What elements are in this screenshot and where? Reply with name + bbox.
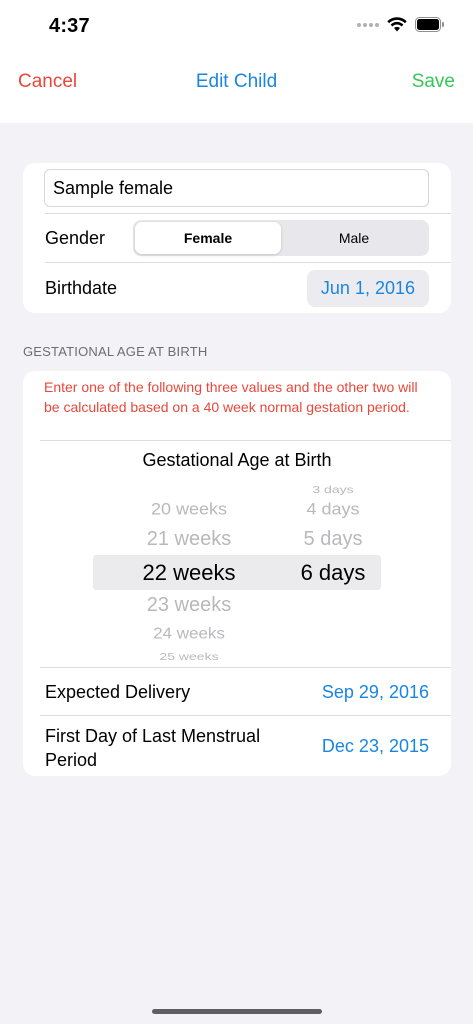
divider — [40, 667, 451, 668]
expected-delivery-value[interactable]: Sep 29, 2016 — [322, 682, 429, 703]
lmp-value[interactable]: Dec 23, 2015 — [322, 736, 429, 757]
gender-female-segment[interactable]: Female — [135, 222, 281, 254]
picker-week-option[interactable]: 25 weeks — [119, 650, 259, 662]
divider — [45, 213, 451, 214]
cellular-signal-icon — [357, 22, 379, 27]
gestation-card: Enter one of the following three values … — [23, 371, 451, 776]
home-indicator[interactable] — [152, 1009, 322, 1014]
cancel-button[interactable]: Cancel — [18, 71, 77, 93]
picker-week-option[interactable]: 23 weeks — [119, 594, 259, 617]
section-header: GESTATIONAL AGE AT BIRTH — [23, 344, 208, 359]
status-bar: 4:37 — [0, 0, 473, 56]
lmp-label-line1: First Day of Last Menstrual — [45, 726, 261, 746]
gender-male-segment[interactable]: Male — [281, 222, 427, 254]
picker-week-option[interactable]: 20 weeks — [119, 500, 259, 519]
birthdate-label: Birthdate — [45, 278, 118, 298]
expected-delivery-label: Expected Delivery — [45, 682, 191, 702]
picker-day-option[interactable]: 4 days — [263, 500, 403, 519]
gender-segmented-control: Female Male — [133, 220, 429, 256]
status-time: 4:37 — [49, 15, 90, 37]
divider — [40, 440, 451, 441]
child-info-card: Gender Female Male Birthdate Jun 1, 2016 — [23, 163, 451, 313]
divider — [45, 262, 451, 263]
picker-week-option[interactable]: 24 weeks — [119, 625, 259, 643]
picker-title: Gestational Age at Birth — [142, 450, 332, 470]
divider — [40, 715, 451, 716]
picker-day-option[interactable]: 5 days — [263, 528, 403, 551]
navigation-bar: Edit Child Cancel Save — [0, 56, 473, 123]
lmp-label-line2: Period — [45, 750, 98, 770]
gender-label: Gender — [45, 228, 106, 248]
picker-day-option[interactable]: 3 days — [263, 483, 403, 495]
save-button[interactable]: Save — [412, 71, 455, 93]
lmp-label: First Day of Last Menstrual Period — [45, 724, 260, 772]
calculation-warning-text: Enter one of the following three values … — [44, 379, 418, 415]
picker-week-selected[interactable]: 22 weeks — [119, 560, 259, 586]
picker-day-selected[interactable]: 6 days — [263, 560, 403, 586]
picker-week-option[interactable]: 21 weeks — [119, 528, 259, 551]
child-name-input[interactable] — [44, 169, 429, 207]
battery-icon — [415, 17, 444, 32]
birthdate-picker-button[interactable]: Jun 1, 2016 — [306, 270, 429, 307]
status-icons — [357, 17, 445, 32]
wifi-icon — [387, 17, 407, 32]
